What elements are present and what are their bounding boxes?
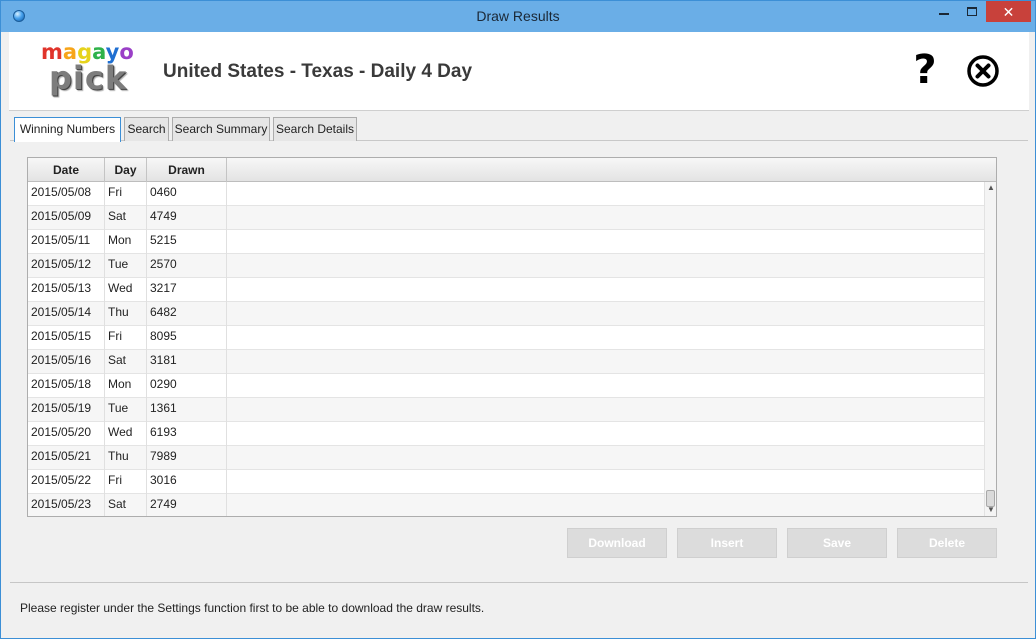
cell-drawn: 1361 [147, 398, 227, 422]
title-bar[interactable]: Draw Results ✕ [1, 1, 1035, 32]
cell-date: 2015/05/14 [28, 302, 105, 326]
table-row[interactable]: 2015/05/12 Tue 2570 [28, 254, 984, 278]
column-header-date[interactable]: Date [28, 158, 105, 182]
cell-day: Tue [105, 254, 147, 278]
cell-day: Fri [105, 182, 147, 206]
cell-day: Fri [105, 326, 147, 350]
cell-drawn: 6482 [147, 302, 227, 326]
cell-date: 2015/05/09 [28, 206, 105, 230]
logo-bottom-text: pick [49, 59, 128, 97]
cell-drawn: 3217 [147, 278, 227, 302]
save-button[interactable]: Save [787, 528, 887, 558]
cell-date: 2015/05/12 [28, 254, 105, 278]
column-header-drawn[interactable]: Drawn [147, 158, 227, 182]
cell-date: 2015/05/23 [28, 494, 105, 516]
draw-results-window: Draw Results ✕ magayo pick United States… [0, 0, 1036, 639]
cell-drawn: 7989 [147, 446, 227, 470]
table-row[interactable]: 2015/05/13 Wed 3217 [28, 278, 984, 302]
cell-day: Mon [105, 230, 147, 254]
cell-date: 2015/05/21 [28, 446, 105, 470]
cell-day: Wed [105, 278, 147, 302]
cell-date: 2015/05/11 [28, 230, 105, 254]
table-row[interactable]: 2015/05/15 Fri 8095 [28, 326, 984, 350]
cell-date: 2015/05/13 [28, 278, 105, 302]
cell-date: 2015/05/08 [28, 182, 105, 206]
tab-search-details[interactable]: Search Details [273, 117, 357, 141]
cell-drawn: 2570 [147, 254, 227, 278]
close-window-button[interactable]: ✕ [986, 1, 1031, 22]
maximize-button[interactable] [956, 1, 988, 23]
cell-drawn: 5215 [147, 230, 227, 254]
cell-drawn: 3016 [147, 470, 227, 494]
cell-date: 2015/05/16 [28, 350, 105, 374]
table-row[interactable]: 2015/05/08 Fri 0460 [28, 182, 984, 206]
cell-drawn: 0290 [147, 374, 227, 398]
table-row[interactable]: 2015/05/14 Thu 6482 [28, 302, 984, 326]
scroll-up-icon[interactable]: ▲ [985, 182, 996, 194]
table-row[interactable]: 2015/05/16 Sat 3181 [28, 350, 984, 374]
page-title: United States - Texas - Daily 4 Day [163, 61, 473, 82]
tab-search-summary[interactable]: Search Summary [172, 117, 270, 141]
header: magayo pick United States - Texas - Dail… [9, 32, 1029, 111]
table-row[interactable]: 2015/05/09 Sat 4749 [28, 206, 984, 230]
cell-day: Tue [105, 398, 147, 422]
cell-drawn: 8095 [147, 326, 227, 350]
table-row[interactable]: 2015/05/19 Tue 1361 [28, 398, 984, 422]
magayo-pick-logo: magayo pick [39, 40, 139, 100]
cell-day: Thu [105, 446, 147, 470]
download-button[interactable]: Download [567, 528, 667, 558]
cell-drawn: 4749 [147, 206, 227, 230]
cell-day: Wed [105, 422, 147, 446]
cell-date: 2015/05/19 [28, 398, 105, 422]
cell-day: Mon [105, 374, 147, 398]
cell-drawn: 6193 [147, 422, 227, 446]
insert-button[interactable]: Insert [677, 528, 777, 558]
table-header: Date Day Drawn [28, 158, 996, 182]
table-row[interactable]: 2015/05/21 Thu 7989 [28, 446, 984, 470]
cell-drawn: 2749 [147, 494, 227, 516]
minimize-icon [939, 13, 949, 15]
table-row[interactable]: 2015/05/11 Mon 5215 [28, 230, 984, 254]
close-icon: ✕ [1002, 4, 1015, 20]
scroll-down-icon[interactable]: ▼ [985, 504, 996, 516]
tab-search[interactable]: Search [124, 117, 169, 141]
maximize-icon [967, 7, 977, 16]
status-message: Please register under the Settings funct… [20, 601, 485, 615]
winning-numbers-table[interactable]: Date Day Drawn 2015/05/08 Fri 0460 2015/05/… [27, 157, 997, 517]
cell-date: 2015/05/18 [28, 374, 105, 398]
column-header-day[interactable]: Day [105, 158, 147, 182]
cell-day: Fri [105, 470, 147, 494]
tab-winning-numbers[interactable]: Winning Numbers [14, 117, 121, 142]
status-bar: Please register under the Settings funct… [10, 582, 1028, 632]
table-body: 2015/05/08 Fri 0460 2015/05/09 Sat 4749 2015/0… [28, 182, 984, 516]
help-icon[interactable]: ? [908, 48, 942, 92]
cell-day: Sat [105, 494, 147, 516]
table-row[interactable]: 2015/05/22 Fri 3016 [28, 470, 984, 494]
cell-date: 2015/05/15 [28, 326, 105, 350]
cell-drawn: 3181 [147, 350, 227, 374]
cell-day: Thu [105, 302, 147, 326]
table-row[interactable]: 2015/05/20 Wed 6193 [28, 422, 984, 446]
delete-button[interactable]: Delete [897, 528, 997, 558]
cell-date: 2015/05/20 [28, 422, 105, 446]
cell-drawn: 0460 [147, 182, 227, 206]
vertical-scrollbar[interactable]: ▲ ▼ [984, 182, 996, 516]
table-row[interactable]: 2015/05/23 Sat 2749 [28, 494, 984, 516]
window-title: Draw Results [476, 8, 560, 24]
cell-day: Sat [105, 350, 147, 374]
cell-day: Sat [105, 206, 147, 230]
cell-date: 2015/05/22 [28, 470, 105, 494]
table-row[interactable]: 2015/05/18 Mon 0290 [28, 374, 984, 398]
exit-icon[interactable] [966, 54, 1000, 88]
